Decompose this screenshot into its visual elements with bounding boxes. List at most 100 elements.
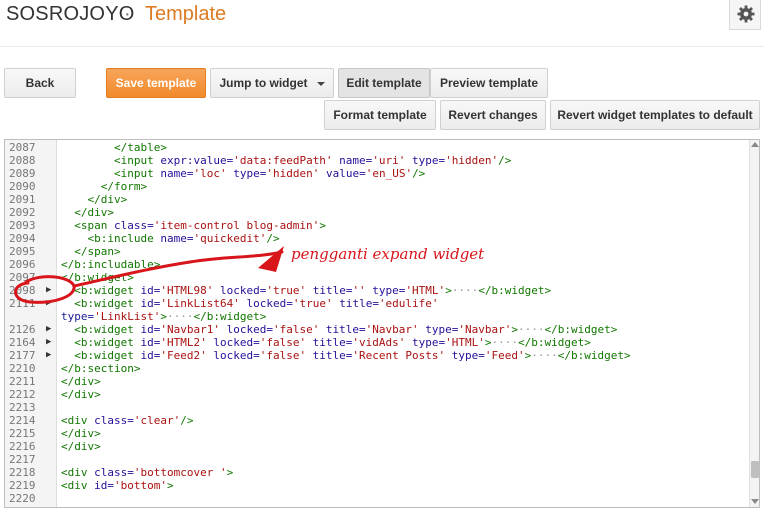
line-number: 2090 [9,180,36,193]
scroll-up-icon[interactable] [751,142,759,147]
code-line[interactable]: 2212 </div> [5,388,745,401]
back-button[interactable]: Back [4,68,76,98]
code-text: </div> [61,427,101,440]
code-line[interactable]: 2126 ▶ <b:widget id='Navbar1' locked='fal… [5,323,745,336]
code-text: <b:widget id='Navbar1' locked='false' ti… [74,323,618,336]
code-line[interactable]: type='LinkList'>····</b:widget> [5,310,745,323]
code-line[interactable]: 2097 </b:widget> [5,271,745,284]
fold-toggle-icon[interactable]: ▶ [46,323,51,336]
code-line[interactable]: 2091 </div> [5,193,745,206]
code-line[interactable]: 2214 <div class='clear'/> [5,414,745,427]
line-number: 2212 [9,388,36,401]
code-text: </b:includable> [61,258,161,271]
code-text: </div> [61,440,101,453]
code-line[interactable]: 2111 ▶ <b:widget id='LinkList64' locked='… [5,297,745,310]
code-line[interactable]: 2177 ▶ <b:widget id='Feed2' locked='false… [5,349,745,362]
line-number: 2087 [9,141,36,154]
chevron-down-icon [316,82,325,86]
line-number: 2089 [9,167,36,180]
code-text: </form> [100,180,148,193]
scroll-down-icon[interactable] [751,499,759,504]
code-line[interactable]: 2092 </div> [5,206,745,219]
blog-name[interactable]: SOSROJOYO [6,3,135,26]
code-text: <b:widget id='Feed2' locked='false' titl… [74,349,631,362]
code-text: <div class='clear'/> [61,414,194,427]
code-text: </div> [74,206,114,219]
code-line[interactable]: 2210 </b:section> [5,362,745,375]
code-text: <b:widget id='HTML98' locked='true' titl… [74,284,552,297]
code-line[interactable]: 2211 </div> [5,375,745,388]
code-line[interactable]: 2098 ▶ <b:widget id='HTML98' locked='true… [5,284,745,297]
code-line[interactable]: 2213 [5,401,745,414]
line-number: 2211 [9,375,36,388]
code-text: <div class='bottomcover '> [61,466,234,479]
line-number: 2126 [9,323,36,336]
jump-to-widget-dropdown[interactable]: Jump to widget [210,68,334,98]
top-bar: SOSROJOYO · Template [0,0,764,30]
line-number: 2096 [9,258,36,271]
code-line[interactable]: 2094 <b:include name='quickedit'/> [5,232,745,245]
code-line[interactable]: 2087 </table> [5,141,745,154]
line-number: 2097 [9,271,36,284]
line-number: 2218 [9,466,36,479]
gear-icon [737,5,755,23]
code-text: </div> [61,388,101,401]
code-text: <b:widget id='HTML2' locked='false' titl… [74,336,591,349]
code-text: </b:widget> [61,271,134,284]
line-number: 2095 [9,245,36,258]
code-line[interactable]: 2217 [5,453,745,466]
code-line[interactable]: 2088 <input expr:value='data:feedPath' n… [5,154,745,167]
code-text: <input name='loc' type='hidden' value='e… [113,167,426,180]
line-number: 2093 [9,219,36,232]
code-line[interactable]: 2216 </div> [5,440,745,453]
code-line[interactable]: 2090 </form> [5,180,745,193]
save-template-button[interactable]: Save template [106,68,206,98]
line-number: 2219 [9,479,36,492]
code-text: <input expr:value='data:feedPath' name='… [113,154,512,167]
header-divider [0,46,764,47]
revert-widget-templates-button[interactable]: Revert widget templates to default [550,100,760,130]
line-number: 2220 [9,492,36,505]
code-line[interactable]: 2164 ▶ <b:widget id='HTML2' locked='false… [5,336,745,349]
code-text: <b:include name='quickedit'/> [87,232,280,245]
code-editor[interactable]: 2087 </table> 2088 <input expr:value='dat… [4,139,760,508]
code-text: </div> [61,375,101,388]
line-number: 2164 [9,336,36,349]
jump-to-widget-label: Jump to widget [219,76,308,90]
page-title: Template [145,3,227,25]
code-line[interactable]: 2219 <div id='bottom'> [5,479,745,492]
revert-changes-button[interactable]: Revert changes [440,100,546,130]
fold-toggle-icon[interactable]: ▶ [46,349,51,362]
format-template-button[interactable]: Format template [324,100,436,130]
line-number: 2092 [9,206,36,219]
vertical-scrollbar[interactable] [749,140,759,507]
code-text: <div id='bottom'> [61,479,174,492]
line-number: 2091 [9,193,36,206]
code-line[interactable]: 2093 <span class='item-control blog-admi… [5,219,745,232]
line-number: 2098 [9,284,36,297]
code-text: </b:section> [61,362,141,375]
line-number: 2088 [9,154,36,167]
code-text: </div> [87,193,128,206]
code-text: </table> [113,141,167,154]
fold-toggle-icon[interactable]: ▶ [46,284,51,297]
code-text: <span class='item-control blog-admin'> [74,219,326,232]
fold-toggle-icon[interactable]: ▶ [46,336,51,349]
annotation-note: pengganti expand widget [291,245,485,263]
scrollbar-thumb[interactable] [751,461,759,478]
fold-toggle-icon[interactable]: ▶ [46,297,51,310]
code-line[interactable]: 2220 [5,492,745,505]
settings-button[interactable] [729,0,761,30]
line-number: 2111 [9,297,36,310]
line-number: 2094 [9,232,36,245]
code-line[interactable]: 2215 </div> [5,427,745,440]
edit-template-button[interactable]: Edit template [338,68,430,98]
line-number: 2215 [9,427,36,440]
preview-template-button[interactable]: Preview template [430,68,548,98]
code-line[interactable]: 2089 <input name='loc' type='hidden' val… [5,167,745,180]
line-number: 2217 [9,453,36,466]
line-number: 2214 [9,414,36,427]
breadcrumb-separator: · [124,3,131,25]
code-line[interactable]: 2218 <div class='bottomcover '> [5,466,745,479]
code-text: <b:widget id='LinkList64' locked='true' … [74,297,439,310]
